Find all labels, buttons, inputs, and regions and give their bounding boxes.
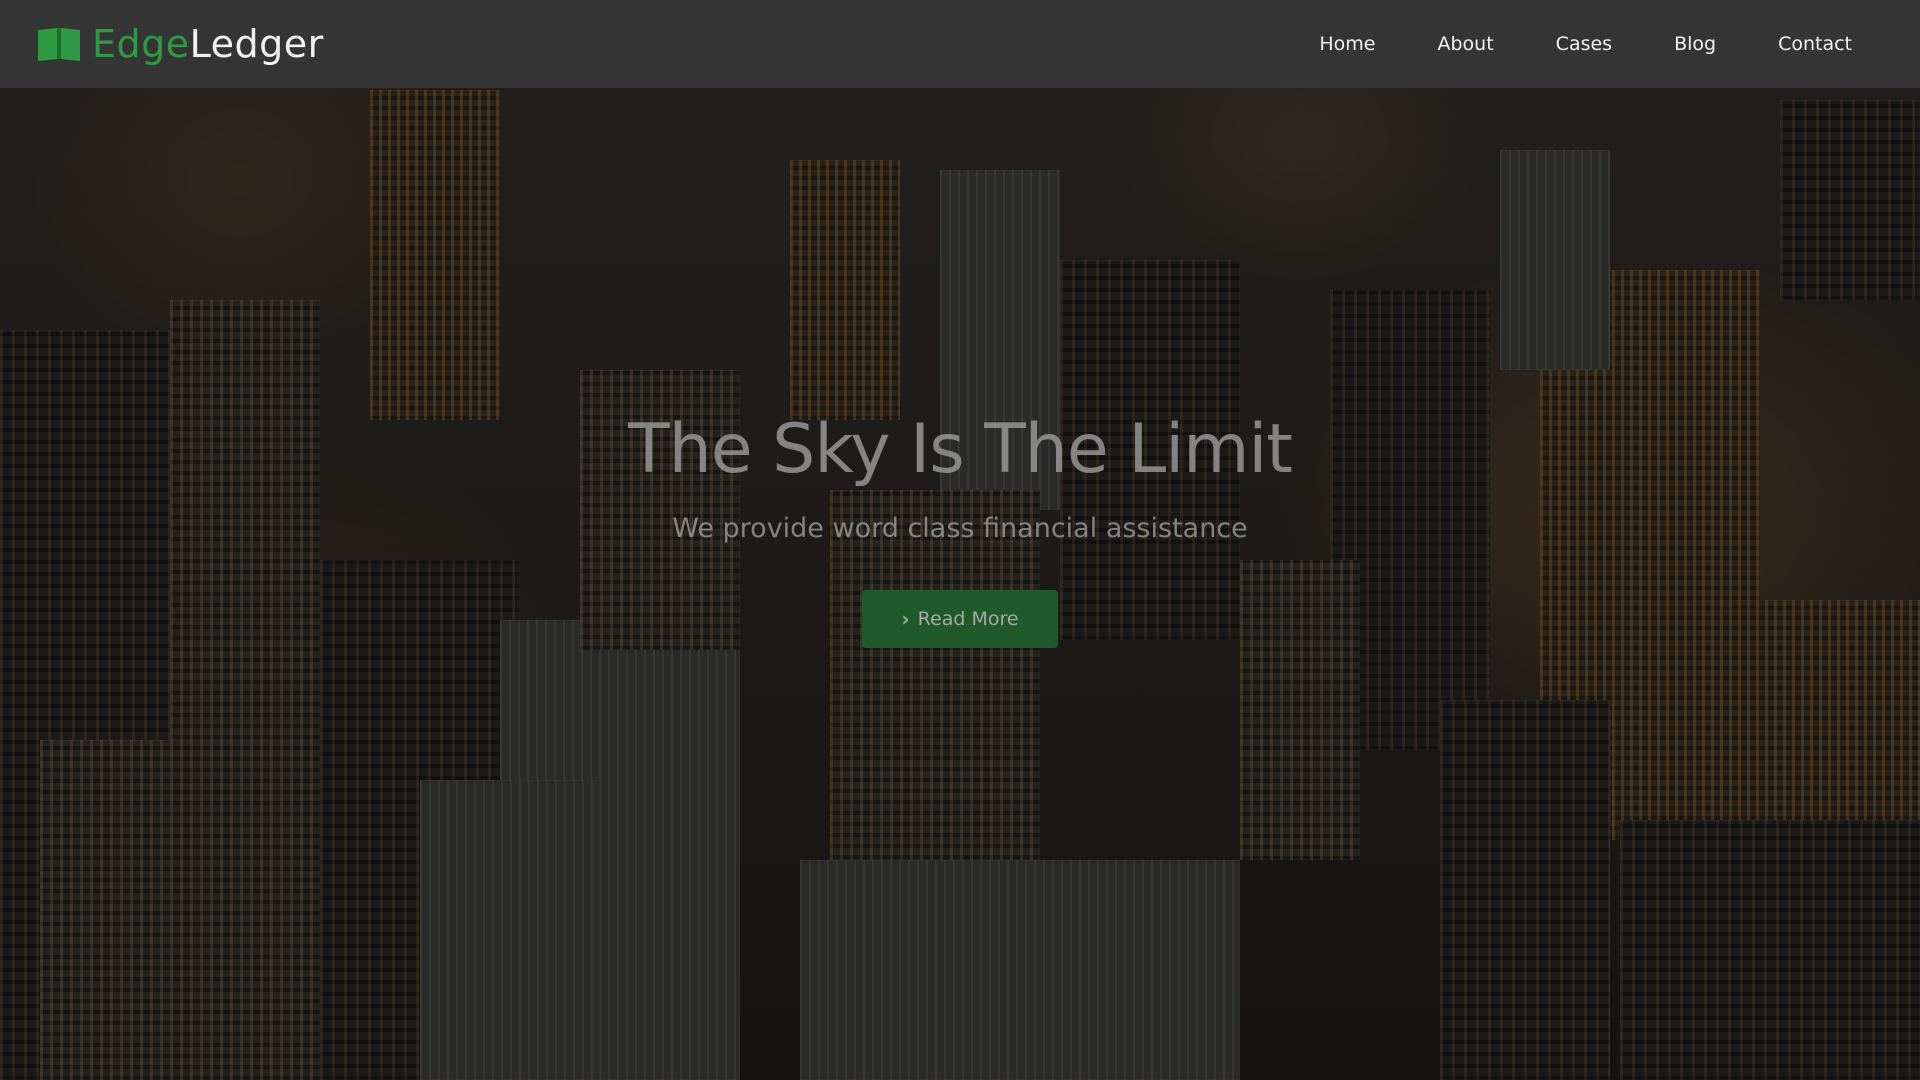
hero-section: The Sky Is The Limit We provide word cla… xyxy=(0,410,1920,648)
brand-logo-link[interactable]: EdgeLedger xyxy=(36,22,324,66)
nav-link-contact[interactable]: Contact xyxy=(1778,33,1852,55)
nav-item-cases: Cases xyxy=(1556,33,1612,55)
read-more-button[interactable]: › Read More xyxy=(862,590,1058,648)
top-navbar: EdgeLedger Home About Cases Blog Contact xyxy=(0,0,1920,88)
nav-link-about[interactable]: About xyxy=(1437,33,1493,55)
nav-menu: Home About Cases Blog Contact xyxy=(1319,33,1852,55)
hero-subtitle: We provide word class financial assistan… xyxy=(672,513,1248,544)
nav-item-home: Home xyxy=(1319,33,1375,55)
nav-link-cases[interactable]: Cases xyxy=(1556,33,1612,55)
chevron-right-icon: › xyxy=(901,607,910,631)
brand-name: EdgeLedger xyxy=(92,22,324,66)
open-book-icon xyxy=(36,26,82,62)
nav-link-home[interactable]: Home xyxy=(1319,33,1375,55)
nav-item-about: About xyxy=(1437,33,1493,55)
brand-name-edge: Edge xyxy=(92,22,190,66)
nav-item-blog: Blog xyxy=(1674,33,1716,55)
hero-title: The Sky Is The Limit xyxy=(628,410,1293,489)
nav-link-blog[interactable]: Blog xyxy=(1674,33,1716,55)
read-more-label: Read More xyxy=(917,608,1019,630)
landing-page: EdgeLedger Home About Cases Blog Contact… xyxy=(0,0,1920,1080)
nav-item-contact: Contact xyxy=(1778,33,1852,55)
brand-name-ledger: Ledger xyxy=(189,22,324,66)
